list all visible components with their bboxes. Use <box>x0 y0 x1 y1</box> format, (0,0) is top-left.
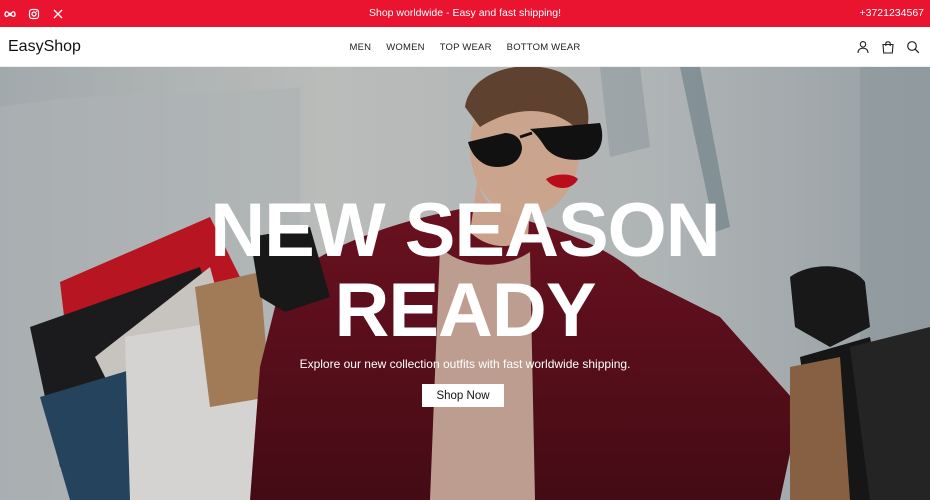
user-icon[interactable] <box>856 40 870 54</box>
hero-title-line-1: NEW SEASON <box>210 188 720 273</box>
header-actions <box>856 27 920 67</box>
logo[interactable]: EasyShop <box>8 27 81 67</box>
nav-item-top-wear[interactable]: TOP WEAR <box>440 42 492 53</box>
site-header: EasyShop MEN WOMEN TOP WEAR BOTTOM WEAR <box>0 27 930 67</box>
hero-subtitle: Explore our new collection outfits with … <box>299 357 631 371</box>
phone-number[interactable]: +3721234567 <box>859 0 924 27</box>
nav-item-women[interactable]: WOMEN <box>386 42 424 53</box>
nav-item-bottom-wear[interactable]: BOTTOM WEAR <box>507 42 581 53</box>
hero-banner: NEW SEASON READY Explore our new collect… <box>0 67 930 500</box>
main-nav: MEN WOMEN TOP WEAR BOTTOM WEAR <box>0 27 930 67</box>
promo-text: Shop worldwide - Easy and fast shipping! <box>368 7 562 19</box>
shop-now-button[interactable]: Shop Now <box>422 384 504 407</box>
bag-icon[interactable] <box>881 40 895 54</box>
nav-item-men[interactable]: MEN <box>350 42 372 53</box>
search-icon[interactable] <box>906 40 920 54</box>
hero-title-line-2: READY <box>334 268 596 353</box>
top-announcement-bar: Shop worldwide - Easy and fast shipping!… <box>0 0 930 27</box>
